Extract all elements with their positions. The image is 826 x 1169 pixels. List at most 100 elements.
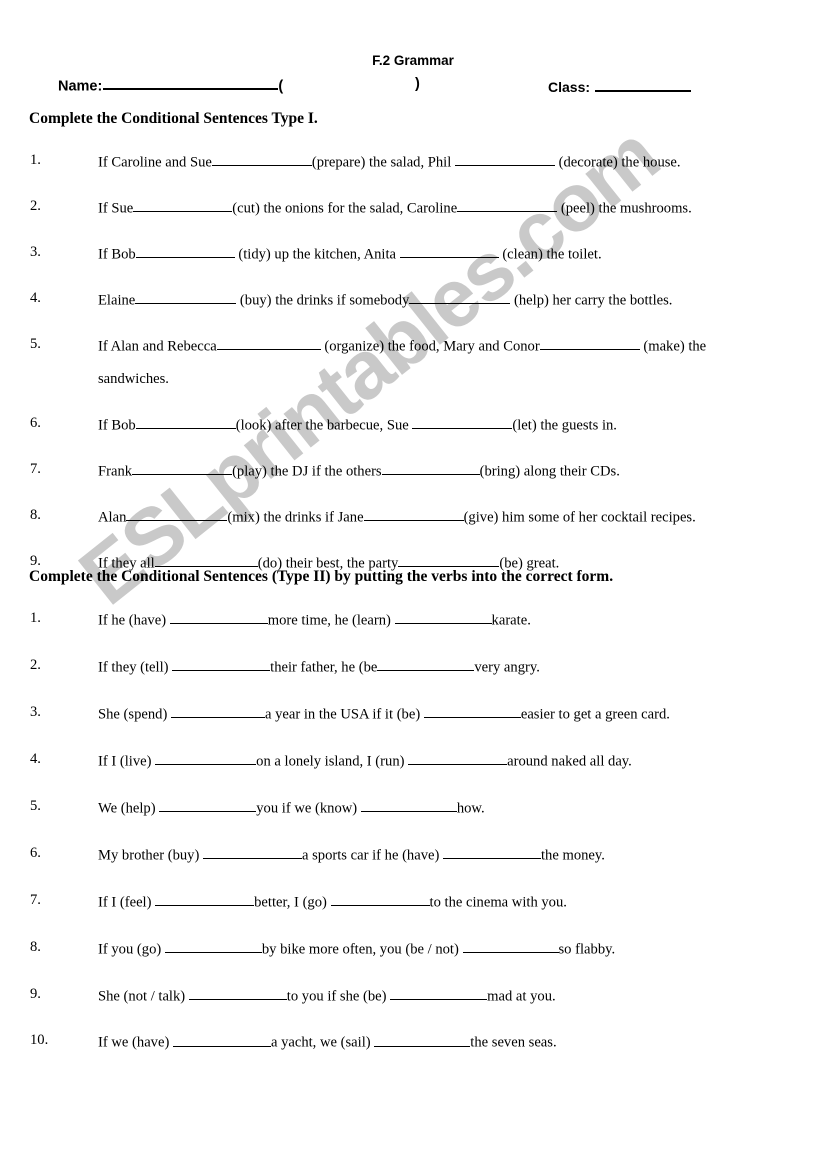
answer-blank[interactable]	[390, 986, 488, 1000]
text-segment: by bike more often, you (be / not)	[261, 940, 463, 957]
text-segment: Elaine	[98, 292, 136, 309]
exercise-text: If you (go) by bike more often, you (be …	[98, 939, 826, 959]
exercise-item: 5. If Alan and Rebecca (organize) the foo…	[0, 336, 826, 389]
text-segment: She (spend)	[98, 706, 171, 723]
exercise-text: We (help) you if we (know) how.	[98, 798, 826, 818]
exercise-item: 8. If you (go) by bike more often, you (b…	[0, 939, 826, 959]
text-segment: If Caroline and Sue	[98, 154, 212, 171]
text-segment: If Alan and Rebecca	[98, 338, 217, 355]
answer-blank[interactable]	[135, 244, 235, 259]
answer-blank[interactable]	[170, 704, 265, 719]
exercise-text: If they (tell) their father, he (be very …	[98, 657, 826, 677]
answer-blank[interactable]	[423, 704, 521, 719]
answer-blank[interactable]	[211, 152, 312, 167]
exercise-text: If Bob (look) after the barbecue, Sue (le…	[98, 415, 826, 435]
answer-blank[interactable]	[399, 244, 499, 259]
answer-blank[interactable]	[457, 198, 558, 213]
text-segment: so flabby.	[558, 940, 616, 957]
text-segment: to you if she (be)	[286, 987, 391, 1004]
answer-blank[interactable]	[412, 415, 513, 430]
text-segment: If I (feel)	[98, 894, 156, 911]
exercise-text: If he (have) more time, he (learn) karat…	[98, 610, 826, 630]
answer-blank[interactable]	[377, 657, 475, 672]
answer-blank[interactable]	[135, 415, 236, 430]
exercise-item: 3. She (spend) a year in the USA if it (b…	[0, 704, 826, 724]
name-blank-rule[interactable]	[103, 76, 279, 91]
answer-blank[interactable]	[155, 892, 255, 907]
answer-blank[interactable]	[135, 290, 237, 305]
exercise-number: 3.	[30, 703, 41, 720]
text-segment: If they (tell)	[98, 659, 173, 676]
answer-blank[interactable]	[169, 610, 268, 625]
exercise-text: Elaine (buy) the drinks if somebody (hel…	[98, 290, 826, 310]
answer-blank[interactable]	[172, 657, 271, 672]
text-segment: (play) the DJ if the others	[232, 463, 382, 480]
exercise-text: My brother (buy) a sports car if he (hav…	[98, 845, 826, 865]
exercise-item: 6. My brother (buy) a sports car if he (h…	[0, 845, 826, 865]
section-1-exercise-list: 1. If Caroline and Sue (prepare) the salad…	[0, 152, 826, 599]
answer-blank[interactable]	[462, 939, 559, 953]
section-2-exercise-list: 1. If he (have) more time, he (learn) kar…	[0, 610, 826, 1079]
exercise-item: 8. Alan (mix) the drinks if Jane (give) him…	[0, 507, 826, 527]
exercise-number: 4.	[30, 750, 41, 767]
exercise-item: 2. If they (tell) their father, he (be ver…	[0, 657, 826, 677]
text-segment: (buy) the drinks if somebody	[236, 292, 410, 309]
answer-blank[interactable]	[330, 892, 430, 907]
text-segment: She (not / talk)	[98, 987, 189, 1004]
answer-blank[interactable]	[398, 553, 500, 568]
exercise-text: She (not / talk) to you if she (be) mad …	[98, 986, 826, 1006]
answer-blank[interactable]	[202, 845, 302, 860]
text-segment: If we (have)	[98, 1034, 173, 1051]
answer-blank[interactable]	[539, 336, 640, 351]
answer-blank[interactable]	[159, 798, 257, 813]
answer-blank[interactable]	[133, 198, 233, 213]
exercise-number: 3.	[30, 243, 41, 260]
text-segment: on a lonely island, I (run)	[256, 753, 409, 770]
exercise-item: 1. If he (have) more time, he (learn) kar…	[0, 610, 826, 630]
exercise-text: Frank (play) the DJ if the others (bring) …	[98, 461, 826, 481]
answer-blank[interactable]	[409, 290, 511, 305]
text-segment: their father, he (be	[270, 659, 378, 676]
text-segment: (cut) the onions for the salad, Caroline	[232, 200, 458, 217]
answer-blank[interactable]	[216, 336, 321, 351]
answer-blank[interactable]	[188, 986, 287, 1000]
answer-blank[interactable]	[172, 1032, 271, 1047]
text-segment: (help) her carry the bottles.	[510, 292, 673, 309]
class-blank-rule[interactable]	[595, 78, 692, 92]
answer-blank[interactable]	[126, 507, 228, 522]
answer-blank[interactable]	[132, 461, 233, 476]
answer-blank[interactable]	[394, 610, 492, 625]
answer-blank[interactable]	[360, 798, 457, 813]
exercise-number: 7.	[30, 460, 41, 477]
section-1-heading: Complete the Conditional Sentences Type …	[29, 110, 318, 127]
class-label: Class:	[548, 78, 591, 95]
exercise-number: 6.	[30, 844, 41, 861]
text-segment: mad at you.	[487, 987, 556, 1004]
exercise-number: 8.	[30, 938, 41, 955]
answer-blank[interactable]	[454, 152, 555, 167]
answer-blank[interactable]	[408, 751, 508, 766]
document-title: F.2 Grammar	[372, 53, 454, 68]
exercise-item: 2. If Sue (cut) the onions for the salad, …	[0, 198, 826, 218]
exercise-number: 7.	[30, 891, 41, 908]
exercise-text: She (spend) a year in the USA if it (be)…	[98, 704, 826, 724]
text-segment: you if we (know)	[256, 800, 361, 817]
name-paren-open: (	[278, 78, 284, 95]
answer-blank[interactable]	[443, 845, 541, 860]
text-segment: (tidy) up the kitchen, Anita	[234, 246, 400, 263]
answer-blank[interactable]	[381, 461, 480, 476]
text-segment: (make) the	[639, 338, 707, 355]
text-segment: (organize) the food, Mary and Conor	[320, 338, 540, 355]
answer-blank[interactable]	[374, 1032, 471, 1047]
text-segment: We (help)	[98, 800, 160, 817]
text-segment: Alan	[98, 509, 127, 526]
exercise-text: If Sue (cut) the onions for the salad, Ca…	[98, 198, 826, 218]
answer-blank[interactable]	[154, 553, 258, 568]
text-segment: (decorate) the house.	[554, 154, 681, 171]
answer-blank[interactable]	[363, 507, 464, 522]
text-segment: a yacht, we (sail)	[270, 1034, 375, 1051]
answer-blank[interactable]	[164, 939, 262, 953]
text-segment: If I (live)	[98, 753, 156, 770]
answer-blank[interactable]	[155, 751, 257, 766]
text-segment: If Bob	[98, 417, 136, 434]
